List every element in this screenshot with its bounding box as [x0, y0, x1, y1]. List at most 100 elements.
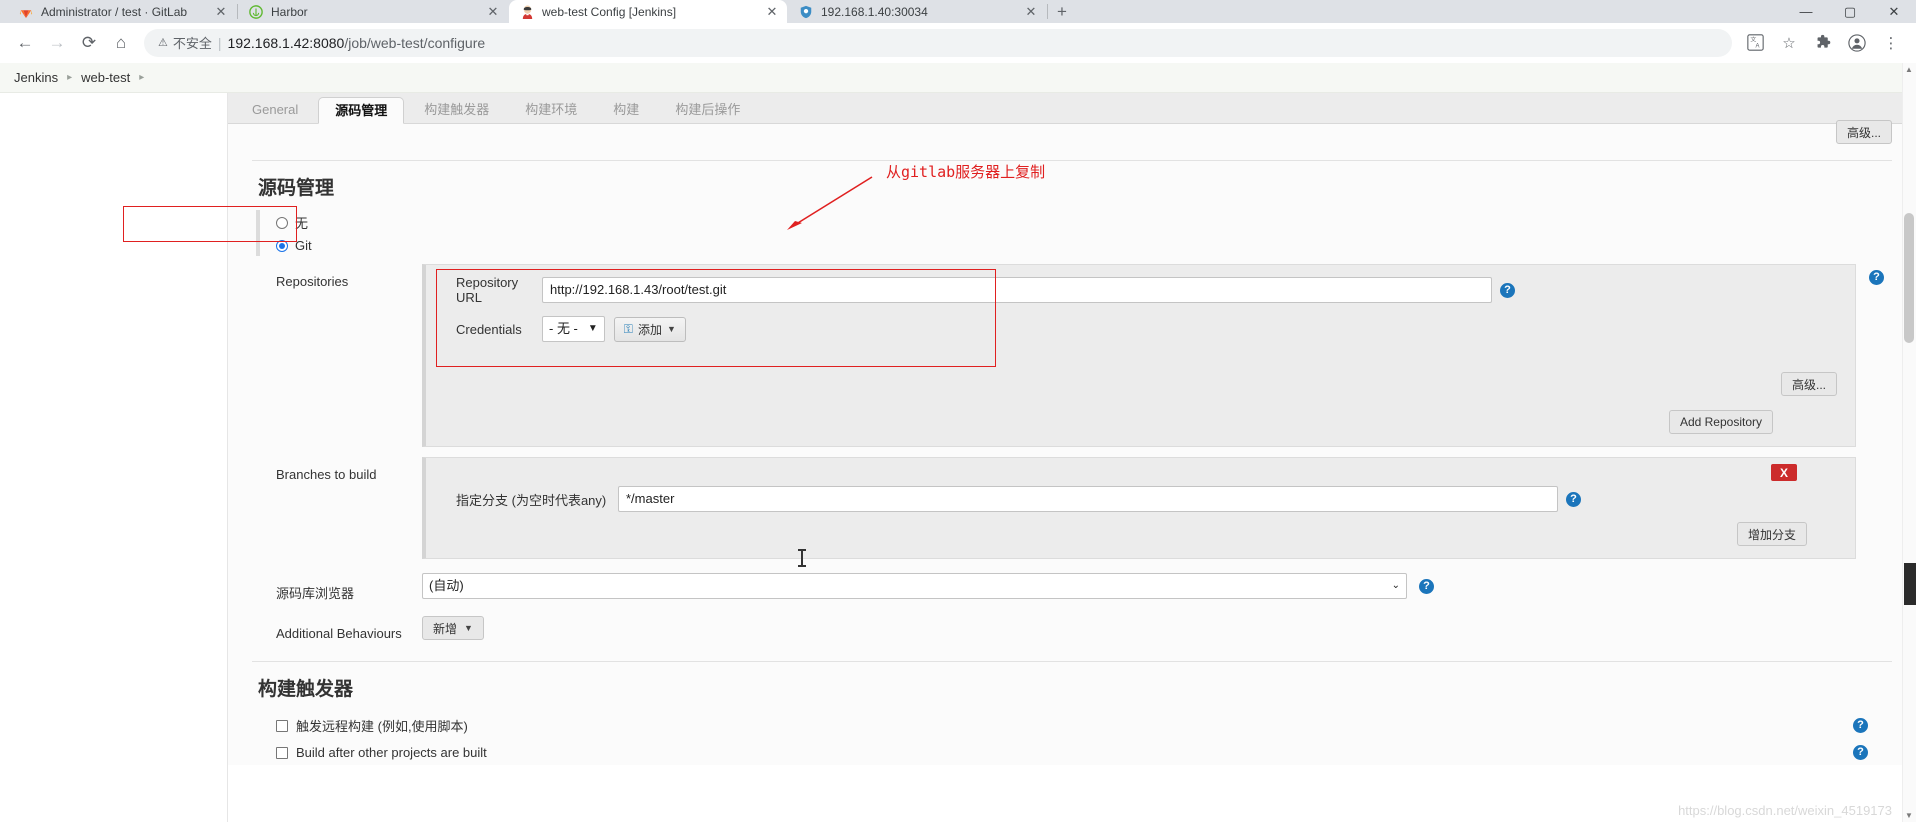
scrollbar-down-arrow-icon[interactable]: ▼	[1903, 811, 1915, 820]
breadcrumb: Jenkins ▸ web-test ▸	[0, 63, 1916, 93]
tab-build-triggers[interactable]: 构建触发器	[408, 97, 505, 123]
add-repository-button[interactable]: Add Repository	[1668, 410, 1773, 434]
branch-delete-row: X	[438, 464, 1843, 481]
trigger-after-other-projects-help-icon[interactable]: ?	[1853, 745, 1868, 760]
svg-text:A: A	[1755, 44, 1759, 50]
tab-general[interactable]: General	[236, 97, 314, 123]
scm-option-git-label: Git	[295, 238, 312, 253]
not-secure-label: 不安全	[172, 36, 212, 51]
breadcrumb-item-jenkins[interactable]: Jenkins	[14, 70, 58, 85]
config-tabbar: General 源码管理 构建触发器 构建环境 构建 构建后操作	[228, 93, 1916, 124]
jenkins-favicon-icon	[519, 4, 535, 20]
shield-favicon-icon	[798, 4, 814, 20]
tab-build[interactable]: 构建	[597, 97, 655, 123]
tab-close-icon[interactable]: ✕	[214, 4, 228, 20]
browser-menu-icon[interactable]: ⋮	[1876, 28, 1906, 58]
new-tab-button[interactable]: +	[1048, 0, 1076, 23]
repository-advanced-button[interactable]: 高级...	[1780, 372, 1837, 396]
page-scrollbar[interactable]: ▲ ▼	[1902, 63, 1916, 822]
repository-url-row: Repository URL http://192.168.1.43/root/…	[438, 275, 1843, 305]
scm-option-git[interactable]: Git	[262, 235, 1892, 256]
not-secure-indicator[interactable]: ⚠ 不安全	[158, 33, 212, 52]
page-body: General 源码管理 构建触发器 构建环境 构建 构建后操作 高级... 源…	[0, 93, 1916, 822]
breadcrumb-item-webtest[interactable]: web-test	[81, 70, 130, 85]
url-path: /job/web-test/configure	[344, 34, 486, 51]
repo-browser-select-value: (自动)	[429, 578, 464, 593]
bookmark-star-icon[interactable]: ☆	[1774, 28, 1804, 58]
minimize-button[interactable]: —	[1784, 4, 1828, 19]
repository-panel-inner: Repository URL http://192.168.1.43/root/…	[426, 265, 1855, 446]
url-host: 192.168.1.42:8080	[227, 34, 345, 51]
credentials-add-label: 添加	[637, 322, 662, 337]
back-button[interactable]: ←	[10, 28, 40, 58]
extensions-icon[interactable]	[1808, 28, 1838, 58]
browser-tab-jenkins[interactable]: web-test Config [Jenkins] ✕	[509, 0, 787, 23]
scrollbar-up-arrow-icon[interactable]: ▲	[1903, 65, 1915, 74]
browser-tab-label: Administrator / test · GitLab	[41, 4, 188, 19]
credentials-select[interactable]: - 无 - ▼	[542, 316, 605, 342]
trigger-after-other-projects[interactable]: Build after other projects are built ?	[252, 740, 1892, 765]
profile-icon[interactable]	[1842, 28, 1872, 58]
tab-close-icon[interactable]: ✕	[486, 4, 500, 20]
checkbox-remote-build-icon[interactable]	[276, 719, 288, 732]
tab-close-icon[interactable]: ✕	[1024, 4, 1038, 20]
repository-url-input[interactable]: http://192.168.1.43/root/test.git	[542, 277, 1492, 303]
home-button[interactable]: ⌂	[106, 28, 136, 58]
address-bar[interactable]: ⚠ 不安全 | 192.168.1.42:8080/job/web-test/c…	[144, 28, 1732, 57]
repo-browser-help-icon[interactable]: ?	[1419, 578, 1434, 594]
gitlab-favicon-icon	[18, 4, 34, 20]
branch-specifier-input[interactable]: */master	[618, 486, 1558, 512]
branch-delete-button[interactable]: X	[1771, 464, 1797, 481]
add-branch-button[interactable]: 增加分支	[1736, 522, 1807, 546]
scrollbar-thumb[interactable]	[1904, 213, 1914, 343]
reload-button[interactable]: ⟳	[74, 28, 104, 58]
repo-browser-label: 源码库浏览器	[276, 586, 355, 601]
tab-post-build[interactable]: 构建后操作	[659, 97, 756, 123]
repository-panel: Repository URL http://192.168.1.43/root/…	[422, 264, 1856, 447]
repo-browser-row: 源码库浏览器 (自动) ⌄ ?	[252, 573, 1892, 602]
radio-none-icon[interactable]	[276, 216, 288, 229]
triggers-section-title: 构建触发器	[258, 679, 354, 700]
additional-behaviours-body: 新增 ▼	[422, 616, 1892, 640]
tab-build-environment[interactable]: 构建环境	[509, 97, 593, 123]
checkbox-after-other-projects-icon[interactable]	[276, 746, 288, 759]
radio-git-icon[interactable]	[276, 239, 288, 252]
credentials-label: Credentials	[456, 321, 522, 337]
credentials-add-button[interactable]: ⚿ 添加 ▼	[613, 316, 686, 342]
repository-url-help-icon[interactable]: ?	[1500, 282, 1515, 298]
repositories-row: Repositories Repository URL http://192.1…	[252, 264, 1892, 447]
branches-panel-inner: X 指定分支 (为空时代表any) */master ? 增加分支	[426, 458, 1855, 558]
triggers-list: 触发远程构建 (例如,使用脚本) ? Build after other pro…	[252, 711, 1892, 765]
close-window-button[interactable]: ✕	[1872, 4, 1916, 20]
omnibox-divider: |	[217, 34, 222, 51]
scrollbar-thumb-secondary[interactable]	[1904, 563, 1916, 605]
general-advanced-button[interactable]: 高级...	[1835, 120, 1892, 144]
trigger-remote-build-help-icon[interactable]: ?	[1853, 718, 1868, 733]
configure-main-column: General 源码管理 构建触发器 构建环境 构建 构建后操作 高级... 源…	[228, 93, 1916, 822]
repositories-help-icon[interactable]: ?	[1869, 270, 1884, 285]
branch-specifier-label: 指定分支 (为空时代表any)	[456, 492, 607, 508]
browser-tab-gitlab[interactable]: Administrator / test · GitLab ✕	[8, 0, 236, 23]
tab-close-icon[interactable]: ✕	[765, 4, 779, 20]
branches-panel: X 指定分支 (为空时代表any) */master ? 增加分支	[422, 457, 1856, 559]
address-bar-url: 192.168.1.42:8080/job/web-test/configure	[228, 35, 486, 51]
tab-scm[interactable]: 源码管理	[318, 97, 405, 124]
maximize-button[interactable]: ▢	[1828, 4, 1872, 20]
translate-icon[interactable]: 文A	[1740, 28, 1770, 58]
scm-option-none[interactable]: 无	[262, 210, 1892, 235]
additional-behaviours-add-button[interactable]: 新增 ▼	[422, 616, 484, 640]
repo-browser-select[interactable]: (自动) ⌄	[422, 573, 1407, 599]
chevron-down-icon: ▼	[587, 323, 598, 334]
trigger-remote-build[interactable]: 触发远程构建 (例如,使用脚本) ?	[252, 711, 1892, 740]
trigger-after-other-projects-label: Build after other projects are built	[296, 745, 487, 760]
repositories-body: Repository URL http://192.168.1.43/root/…	[422, 264, 1892, 447]
scm-section-title: 源码管理	[258, 178, 335, 199]
credentials-row: Credentials - 无 - ▼ ⚿ 添加 ▼	[438, 316, 1843, 342]
general-section-tail: 高级...	[228, 120, 1916, 160]
additional-behaviours-row: Additional Behaviours 新增 ▼	[252, 616, 1892, 657]
browser-tab-label: web-test Config [Jenkins]	[542, 4, 677, 19]
branch-specifier-help-icon[interactable]: ?	[1566, 491, 1581, 507]
browser-tab-harbor[interactable]: Harbor ✕	[238, 0, 508, 23]
browser-tab-30034[interactable]: 192.168.1.40:30034 ✕	[788, 0, 1046, 23]
forward-button[interactable]: →	[42, 28, 72, 58]
